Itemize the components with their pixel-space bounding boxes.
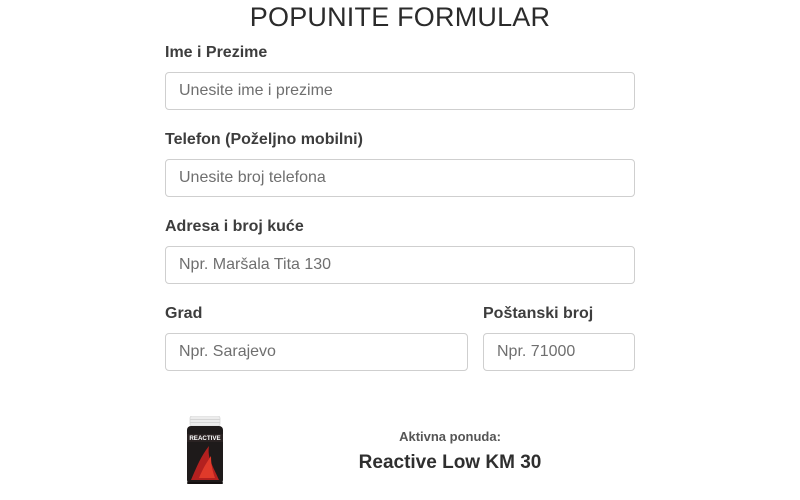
form-title: POPUNITE FORMULAR [249,2,551,32]
address-label: Adresa i broj kuće [165,218,304,235]
offer-product-name: Reactive Low KM 30 [358,452,542,473]
name-input[interactable] [165,72,635,110]
postal-input[interactable] [483,333,635,371]
address-input[interactable] [165,246,635,284]
postal-label: Poštanski broj [483,305,594,322]
order-form-page: POPUNITE FORMULAR Ime i Prezime Telefon … [0,0,800,500]
city-label: Grad [165,305,203,322]
product-jar-image: REACTIVE [187,416,223,484]
phone-input[interactable] [165,159,635,197]
active-offer: REACTIVE Aktivna ponuda: Reactive Low KM… [165,405,635,500]
offer-caption: Aktivna ponuda: [399,429,501,444]
phone-label: Telefon (Poželjno mobilni) [165,131,363,148]
product-jar-label: REACTIVE [189,435,220,442]
city-input[interactable] [165,333,468,371]
name-label: Ime i Prezime [165,44,268,61]
